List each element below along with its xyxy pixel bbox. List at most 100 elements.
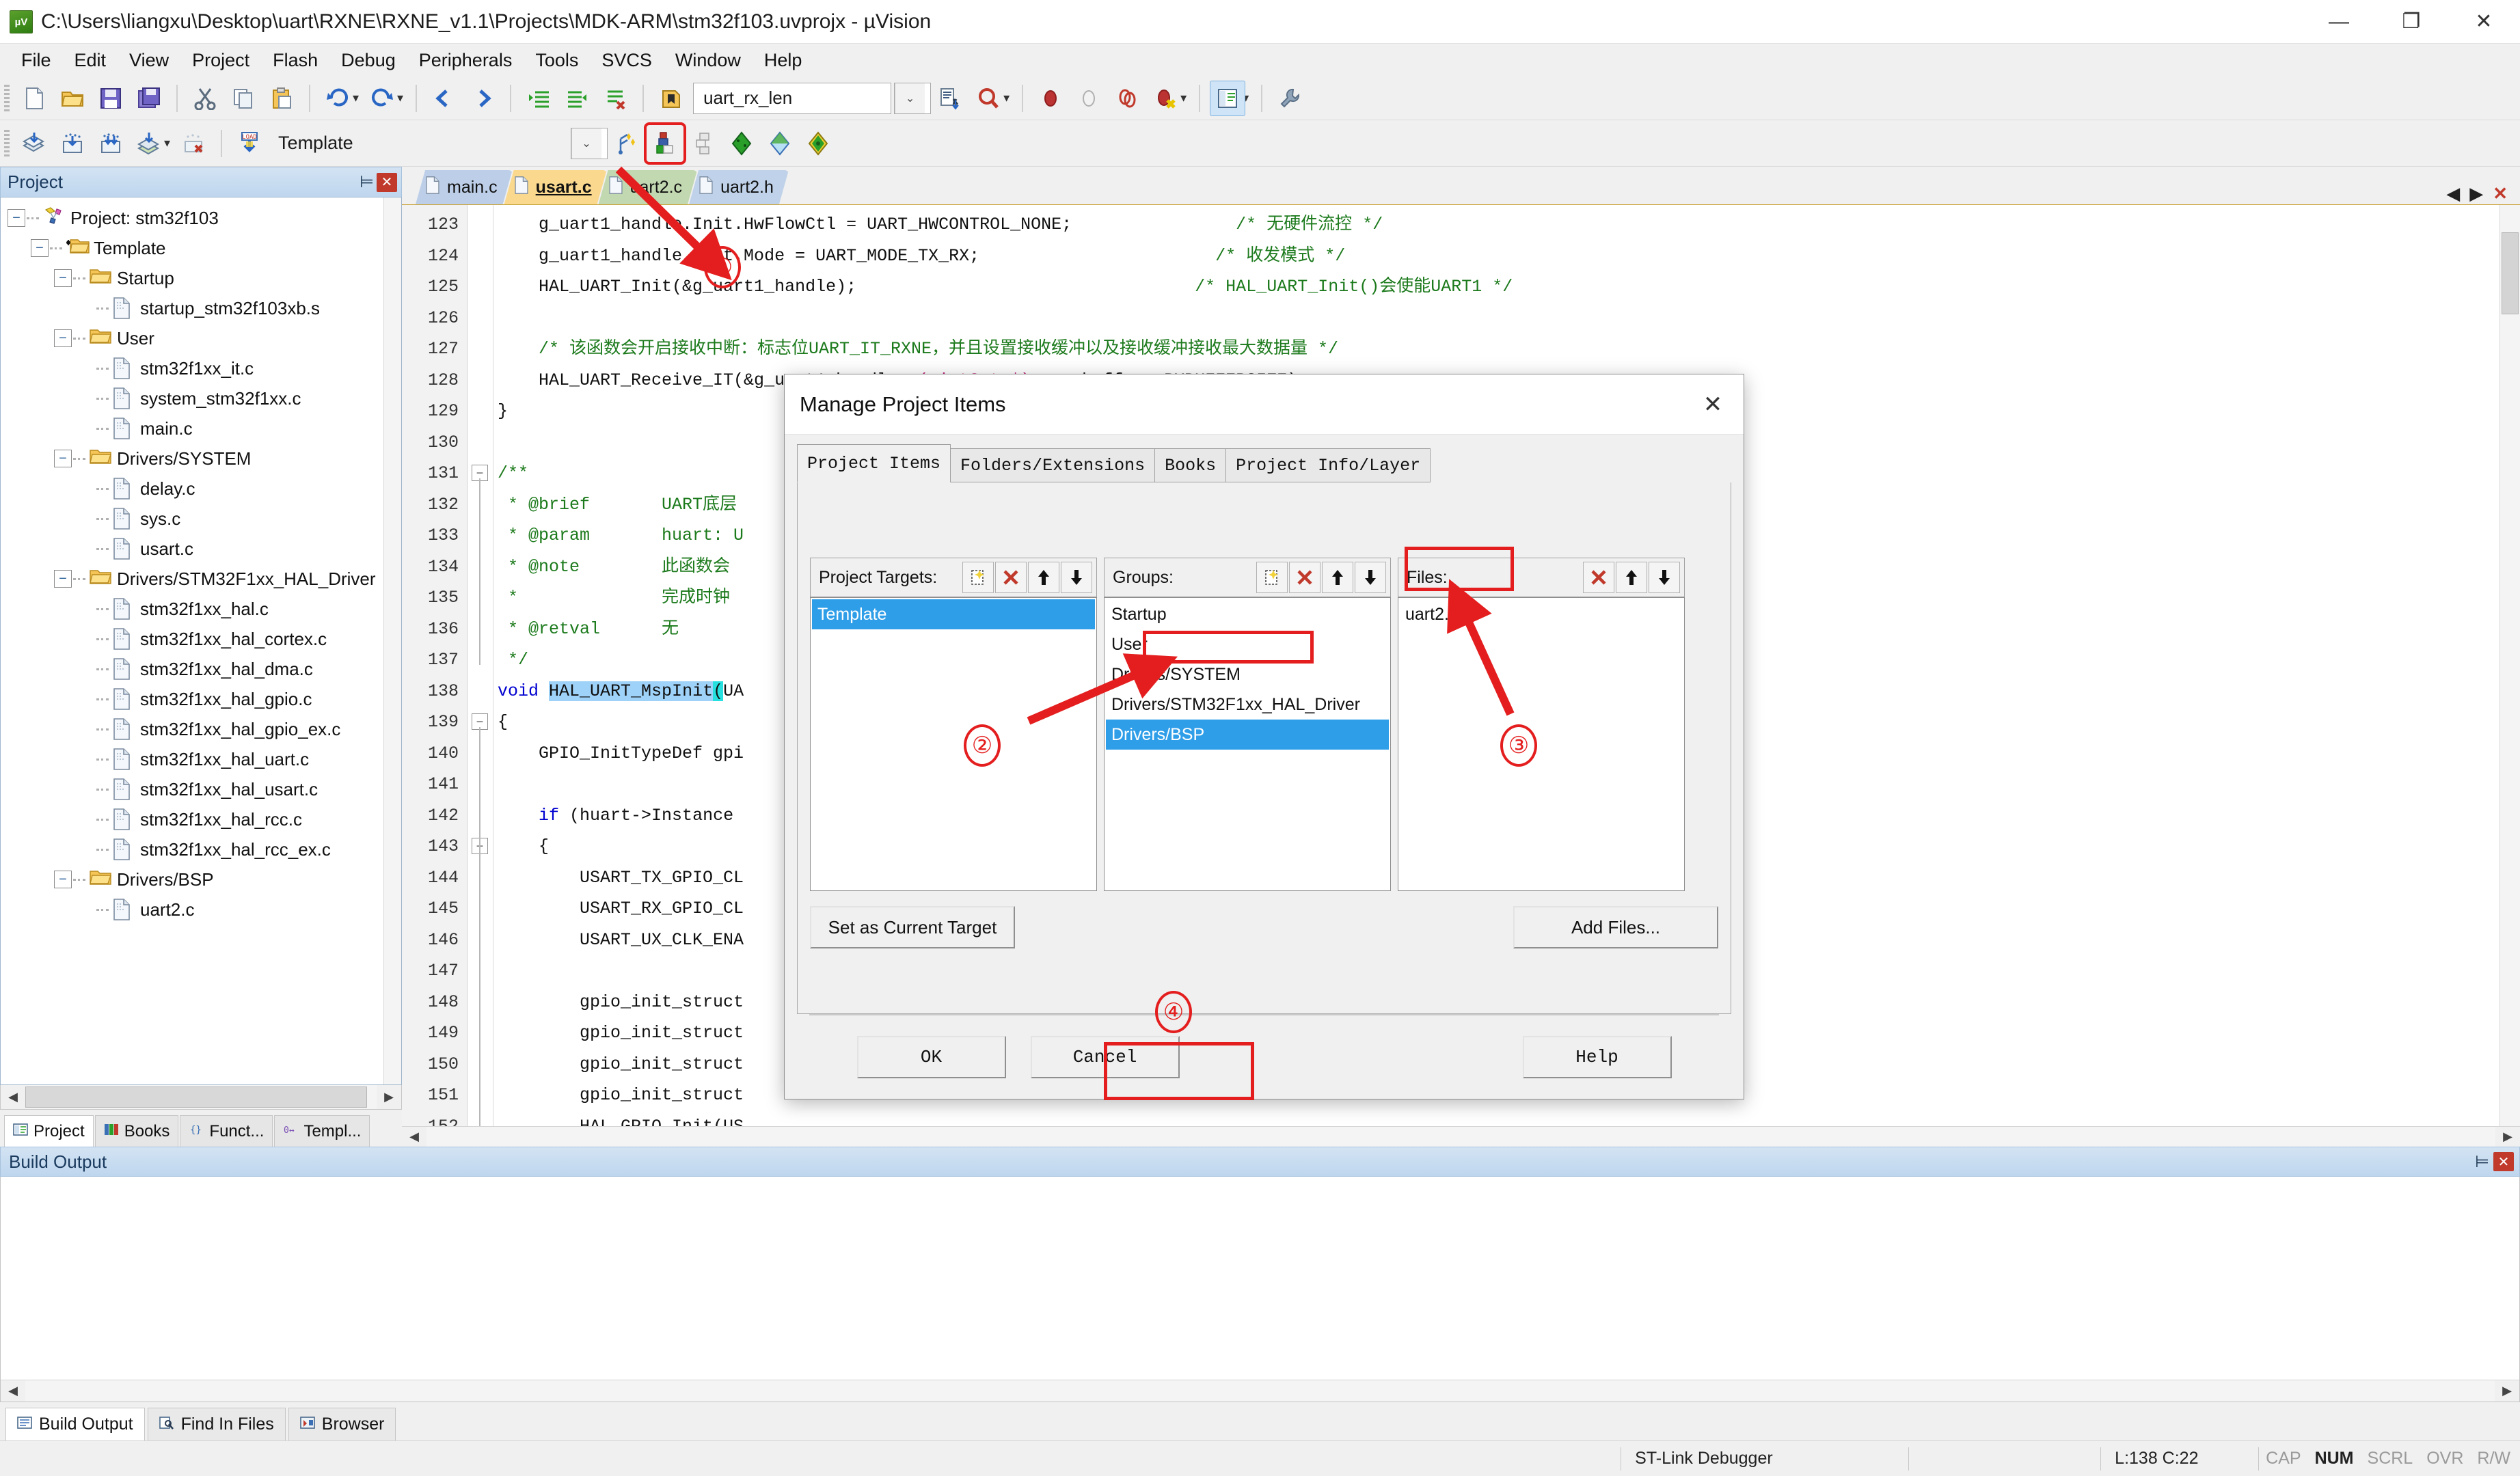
group-item-drivers-stm32f1xx-hal-driver[interactable]: Drivers/STM32F1xx_HAL_Driver: [1106, 689, 1389, 720]
save-all-icon[interactable]: [131, 81, 167, 116]
add-files-button[interactable]: Add Files...: [1513, 906, 1718, 948]
tree-item-template[interactable]: −Template: [1, 233, 401, 263]
tree-item-stm32f1xx-hal-cortex-c[interactable]: stm32f1xx_hal_cortex.c: [1, 624, 401, 654]
configure-icon[interactable]: [1272, 81, 1308, 116]
target-select-dropdown[interactable]: ⌄: [571, 128, 608, 159]
translate-icon[interactable]: [16, 126, 52, 161]
comment-icon[interactable]: [597, 81, 633, 116]
tree-toggle-icon[interactable]: −: [54, 269, 72, 287]
code-line[interactable]: /* 该函数会开启接收中断：标志位UART_IT_RXNE，并且设置接收缓冲以及…: [493, 333, 2520, 365]
build-pin-icon[interactable]: ⊨: [2475, 1152, 2489, 1172]
menu-item-svcs[interactable]: SVCS: [590, 47, 664, 74]
paste-icon[interactable]: [264, 81, 299, 116]
editor-tab-scroll-right-icon[interactable]: ▶: [2469, 183, 2483, 204]
batch-build-icon[interactable]: [131, 126, 167, 161]
tree-item-stm32f1xx-hal-gpio-c[interactable]: stm32f1xx_hal_gpio.c: [1, 684, 401, 714]
open-file-icon[interactable]: [55, 81, 90, 116]
group-item-startup[interactable]: Startup: [1106, 599, 1389, 629]
code-line[interactable]: g_uart1_handle.Init.HwFlowCtl = UART_HWC…: [493, 209, 2520, 241]
editor-tab-uart2-c[interactable]: uart2.c: [599, 170, 697, 204]
menu-item-debug[interactable]: Debug: [329, 47, 407, 74]
menu-item-peripherals[interactable]: Peripherals: [407, 47, 524, 74]
menu-item-help[interactable]: Help: [753, 47, 814, 74]
filter-icon[interactable]: [762, 126, 798, 161]
cut-icon[interactable]: [187, 81, 223, 116]
editor-tab-scroll-left-icon[interactable]: ◀: [2446, 183, 2460, 204]
tree-item-stm32f1xx-hal-uart-c[interactable]: stm32f1xx_hal_uart.c: [1, 744, 401, 774]
tree-item-stm32f1xx-hal-rcc-ex-c[interactable]: stm32f1xx_hal_rcc_ex.c: [1, 834, 401, 864]
dialog-tab-books[interactable]: Books: [1154, 448, 1226, 482]
rebuild-icon[interactable]: [93, 126, 128, 161]
tree-item-stm32f1xx-hal-c[interactable]: stm32f1xx_hal.c: [1, 594, 401, 624]
build-tab-browser[interactable]: Browser: [288, 1408, 396, 1440]
move-group-down-icon[interactable]: [1355, 562, 1386, 593]
tree-item-delay-c[interactable]: delay.c: [1, 474, 401, 504]
dialog-tab-project-items[interactable]: Project Items: [797, 444, 951, 482]
project-pane-close-icon[interactable]: ✕: [377, 173, 397, 192]
move-file-up-icon[interactable]: [1616, 562, 1647, 593]
chevron-down-icon[interactable]: ⌄: [895, 83, 925, 113]
tree-item-stm32f1xx-hal-gpio-ex-c[interactable]: stm32f1xx_hal_gpio_ex.c: [1, 714, 401, 744]
kill-breakpoints-icon[interactable]: [1148, 81, 1183, 116]
editor-tab-usart-c[interactable]: usart.c: [504, 170, 607, 204]
breakpoint-icon[interactable]: [1033, 81, 1068, 116]
tree-toggle-icon[interactable]: −: [54, 329, 72, 347]
remove-group-icon[interactable]: [1289, 562, 1320, 593]
tree-item-sys-c[interactable]: sys.c: [1, 504, 401, 534]
build-output-close-icon[interactable]: ✕: [2493, 1152, 2514, 1171]
batch-setup-icon[interactable]: [686, 126, 721, 161]
editor-tab-uart2-h[interactable]: uart2.h: [689, 170, 789, 204]
build-icon[interactable]: [55, 126, 90, 161]
files-list[interactable]: uart2.c: [1398, 597, 1685, 891]
bookmark-icon[interactable]: [653, 81, 689, 116]
pin-icon[interactable]: ⊨: [360, 172, 374, 192]
editor-hscrollbar[interactable]: ◀ ▶: [402, 1126, 2520, 1147]
project-tree-hscrollbar[interactable]: ◀ ▶: [0, 1085, 402, 1110]
search-icon[interactable]: [971, 81, 1006, 116]
move-target-up-icon[interactable]: [1028, 562, 1059, 593]
manage-run-time-env-icon[interactable]: [609, 126, 645, 161]
new-group-icon[interactable]: [1256, 562, 1288, 593]
redo-icon[interactable]: [364, 81, 400, 116]
code-line[interactable]: [493, 303, 2520, 334]
group-item-drivers-system[interactable]: Drivers/SYSTEM: [1106, 659, 1389, 689]
nav-forward-icon[interactable]: [465, 81, 500, 116]
menu-item-project[interactable]: Project: [180, 47, 261, 74]
menu-item-edit[interactable]: Edit: [63, 47, 118, 74]
build-scroll-left-icon[interactable]: ◀: [1, 1380, 25, 1402]
scroll-left-icon[interactable]: ◀: [1, 1085, 25, 1109]
pane-tab-templ[interactable]: 0↔Templ...: [274, 1115, 370, 1147]
editor-vscrollbar[interactable]: [2499, 205, 2520, 1126]
find-in-files-icon[interactable]: [932, 81, 968, 116]
tree-item-startup-stm32f103xb-s[interactable]: startup_stm32f103xb.s: [1, 293, 401, 323]
ok-button[interactable]: OK: [857, 1036, 1006, 1078]
new-target-icon[interactable]: [962, 562, 994, 593]
tree-toggle-icon[interactable]: −: [54, 871, 72, 888]
target-options-icon[interactable]: [724, 126, 759, 161]
tree-item-startup[interactable]: −Startup: [1, 263, 401, 293]
pane-tab-funct[interactable]: {}Funct...: [180, 1115, 273, 1147]
build-toolbar-grip[interactable]: [4, 130, 10, 157]
dialog-close-icon[interactable]: ✕: [1682, 374, 1744, 434]
tree-item-drivers-system[interactable]: −Drivers/SYSTEM: [1, 443, 401, 474]
cancel-button[interactable]: Cancel: [1031, 1036, 1180, 1078]
pane-tab-books[interactable]: Books: [95, 1115, 179, 1147]
new-file-icon[interactable]: [16, 81, 52, 116]
tree-item-drivers-stm32f1xx-hal-driver[interactable]: −Drivers/STM32F1xx_HAL_Driver: [1, 564, 401, 594]
editor-scroll-right-icon[interactable]: ▶: [2495, 1127, 2520, 1147]
set-as-current-target-button[interactable]: Set as Current Target: [810, 906, 1015, 948]
breakpoint-disabled-icon[interactable]: [1071, 81, 1107, 116]
code-folding-column[interactable]: −−−−−: [468, 205, 493, 1147]
tree-toggle-icon[interactable]: −: [54, 450, 72, 467]
symbol-search-combo[interactable]: uart_rx_len: [693, 83, 891, 114]
toolbar-grip[interactable]: [4, 85, 10, 112]
menu-item-tools[interactable]: Tools: [524, 47, 590, 74]
remove-file-icon[interactable]: [1583, 562, 1614, 593]
undo-icon[interactable]: [320, 81, 355, 116]
project-window-icon[interactable]: [1210, 81, 1245, 116]
manage-project-items-dialog[interactable]: Manage Project Items ✕ Project ItemsFold…: [784, 374, 1744, 1099]
copy-icon[interactable]: [226, 81, 261, 116]
toggle-breakpoint-icon[interactable]: [1109, 81, 1145, 116]
tree-item-project-stm32f103[interactable]: −Project: stm32f103: [1, 203, 401, 233]
tree-item-stm32f1xx-hal-usart-c[interactable]: stm32f1xx_hal_usart.c: [1, 774, 401, 804]
